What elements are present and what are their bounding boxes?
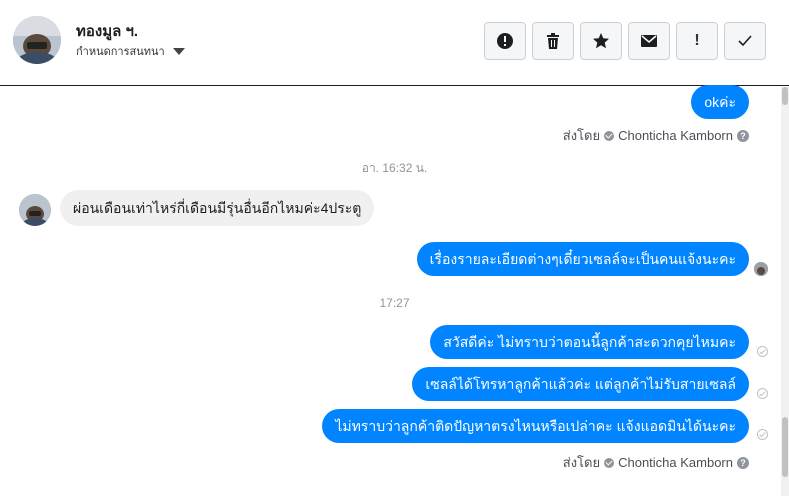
scrollbar-thumb[interactable]	[782, 417, 788, 477]
caret-down-icon	[172, 47, 185, 55]
alert-circle-icon	[497, 33, 513, 49]
sender-name[interactable]: Chonticha Kamborn	[618, 128, 733, 143]
sent-by-line: ส่งโดย Chonticha Kamborn ?	[563, 125, 749, 146]
contact-avatar[interactable]	[13, 16, 61, 64]
timestamp-divider: อา. 16:32 น.	[361, 161, 428, 175]
contact-name[interactable]: ทองมูล ฯ.	[76, 19, 138, 43]
verified-check-icon	[604, 457, 615, 468]
timestamp-divider: 17:27	[379, 296, 410, 310]
verified-check-icon	[604, 130, 615, 141]
star-icon	[593, 33, 609, 49]
help-icon[interactable]: ?	[737, 129, 749, 142]
delivered-check-icon	[757, 429, 768, 440]
sent-by-line: ส่งโดย Chonticha Kamborn ?	[563, 452, 749, 473]
message-thread[interactable]: okค่ะ ส่งโดย Chonticha Kamborn ? อา. 16:…	[0, 85, 789, 496]
message-bubble-outgoing[interactable]: สวัสดีค่ะ ไม่ทราบว่าตอนนี้ลูกค้าสะดวกคุย…	[430, 325, 749, 359]
message-bubble-outgoing[interactable]: เรื่องรายละเอียดต่างๆเดี๋ยวเซลล์จะเป็นคน…	[416, 242, 749, 276]
help-icon[interactable]: ?	[737, 456, 749, 469]
report-button[interactable]	[484, 22, 526, 60]
conversation-settings-dropdown[interactable]: กำหนดการสนทนา	[76, 42, 185, 60]
seen-avatar-icon	[754, 262, 768, 276]
trash-icon	[547, 33, 559, 49]
delivered-check-icon	[757, 346, 768, 357]
message-bubble-outgoing[interactable]: okค่ะ	[691, 85, 749, 119]
thread-scrollbar[interactable]	[781, 87, 789, 496]
message-bubble-outgoing[interactable]: ไม่ทราบว่าลูกค้าติดปัญหาตรงไหนหรือเปล่าค…	[322, 409, 749, 443]
message-bubble-incoming[interactable]: ผ่อนเดือนเท่าไหร่กี่เดือนมีรุ่นอื่นอีกไห…	[60, 190, 375, 226]
star-button[interactable]	[580, 22, 622, 60]
delete-button[interactable]	[532, 22, 574, 60]
scrollbar-thumb-top[interactable]	[782, 87, 788, 105]
conversation-header: ทองมูล ฯ. กำหนดการสนทนา !	[0, 0, 789, 86]
contact-avatar-small[interactable]	[19, 194, 51, 226]
checkmark-icon	[738, 35, 752, 47]
conversation-toolbar: !	[484, 22, 766, 60]
flag-button[interactable]: !	[676, 22, 718, 60]
mark-unread-button[interactable]	[628, 22, 670, 60]
conversation-settings-label: กำหนดการสนทนา	[76, 46, 165, 58]
envelope-icon	[641, 35, 657, 47]
message-bubble-outgoing[interactable]: เซลล์ได้โทรหาลูกค้าแล้วค่ะ แต่ลูกค้าไม่ร…	[412, 367, 749, 401]
sent-by-label: ส่งโดย	[562, 455, 601, 470]
exclamation-icon: !	[694, 32, 700, 49]
sent-by-label: ส่งโดย	[562, 128, 601, 143]
delivered-check-icon	[757, 388, 768, 399]
sender-name[interactable]: Chonticha Kamborn	[618, 455, 733, 470]
mark-done-button[interactable]	[724, 22, 766, 60]
